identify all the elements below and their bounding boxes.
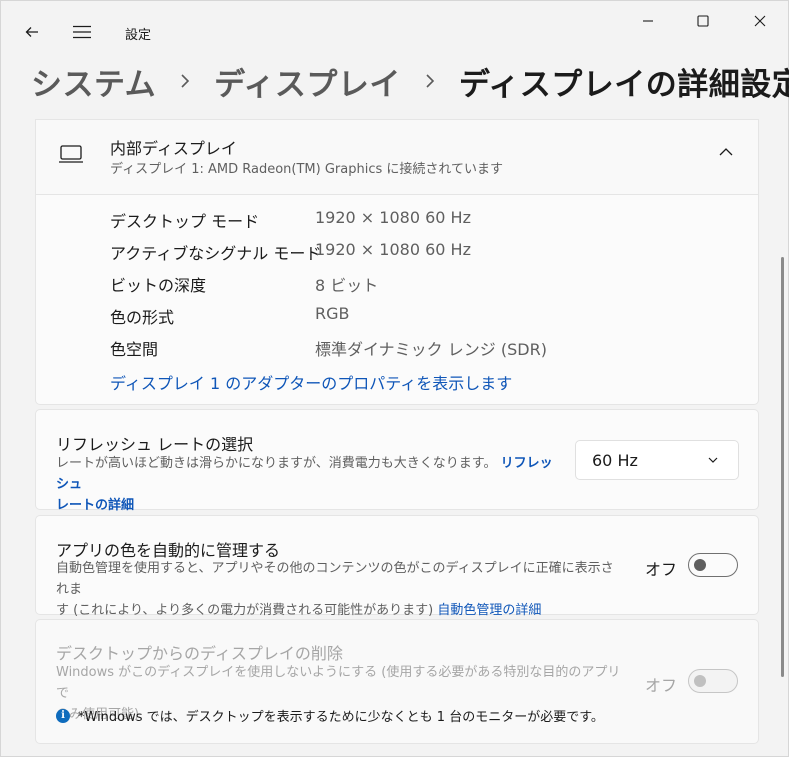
close-icon <box>754 15 766 27</box>
refresh-link-part2: レートの詳細 <box>56 498 135 513</box>
info-label: ビットの深度 <box>110 276 207 295</box>
auto-color-details-link[interactable]: 自動色管理の詳細 <box>437 603 541 618</box>
info-value: 標準ダイナミック レンジ (SDR) <box>315 340 547 359</box>
minimize-button[interactable] <box>625 5 671 37</box>
title-bar: 設定 <box>1 1 789 47</box>
refresh-rate-dropdown[interactable]: 60 Hz <box>575 440 739 480</box>
back-button[interactable] <box>17 17 47 47</box>
remove-display-card: デスクトップからのディスプレイの削除 Windows がこのディスプレイを使用し… <box>35 619 759 744</box>
toggle-knob <box>694 559 706 571</box>
auto-color-desc-line1: 自動色管理を使用すると、アプリやその他のコンテンツの色がこのディスプレイに正確に… <box>56 561 614 597</box>
scrollbar[interactable] <box>781 257 784 677</box>
info-value: 1920 × 1080 60 Hz <box>315 208 471 227</box>
refresh-rate-value: 60 Hz <box>592 451 638 470</box>
info-icon: i <box>56 708 70 723</box>
auto-color-toggle[interactable] <box>688 553 738 577</box>
info-value: 1920 × 1080 60 Hz <box>315 240 471 259</box>
back-arrow-icon <box>25 27 38 37</box>
display-subtitle: ディスプレイ 1: AMD Radeon(TM) Graphics に接続されて… <box>110 162 503 177</box>
breadcrumb: システム ディスプレイ ディスプレイの詳細設定 <box>31 59 789 103</box>
chevron-right-icon <box>425 73 435 89</box>
auto-color-desc-line2: す (これにより、より多くの電力が消費される可能性があります) <box>56 603 434 618</box>
info-label: デスクトップ モード <box>110 212 260 231</box>
adapter-properties-link[interactable]: ディスプレイ 1 のアダプターのプロパティを表示します <box>110 370 512 394</box>
chevron-up-icon[interactable] <box>718 144 734 160</box>
refresh-rate-desc: レートが高いほど動きは滑らかになりますが、消費電力も大きくなります。 リフレッシ… <box>56 453 556 516</box>
toggle-knob <box>694 675 706 687</box>
chevron-right-icon <box>180 73 190 89</box>
display-header[interactable]: 内部ディスプレイ ディスプレイ 1: AMD Radeon(TM) Graphi… <box>36 120 758 195</box>
auto-color-desc: 自動色管理を使用すると、アプリやその他のコンテンツの色がこのディスプレイに正確に… <box>56 558 626 621</box>
breadcrumb-display[interactable]: ディスプレイ <box>214 59 401 104</box>
laptop-icon <box>59 145 83 163</box>
maximize-icon <box>697 15 709 27</box>
refresh-rate-title: リフレッシュ レートの選択 <box>56 435 254 454</box>
info-value: RGB <box>315 304 350 323</box>
app-title: 設定 <box>125 28 152 43</box>
minimize-icon <box>643 20 653 22</box>
refresh-rate-card: リフレッシュ レートの選択 レートが高いほど動きは滑らかになりますが、消費電力も… <box>35 409 759 513</box>
hamburger-icon <box>73 25 91 39</box>
maximize-button[interactable] <box>680 5 726 37</box>
chevron-down-icon <box>708 457 718 463</box>
refresh-desc-text: レートが高いほど動きは滑らかになりますが、消費電力も大きくなります。 <box>56 456 497 471</box>
display-info-card: 内部ディスプレイ ディスプレイ 1: AMD Radeon(TM) Graphi… <box>35 119 759 405</box>
settings-window: 設定 システム ディスプレイ ディスプレイの詳細設定 内部ディスプレイ ディスプ… <box>0 0 789 757</box>
info-label: アクティブなシグナル モード <box>110 244 322 263</box>
info-label: 色の形式 <box>110 308 175 327</box>
info-label: 色空間 <box>110 340 159 359</box>
remove-desc-line1: Windows がこのディスプレイを使用しないようにする (使用する必要がある特… <box>56 665 621 701</box>
breadcrumb-system[interactable]: システム <box>31 59 156 104</box>
page-title: ディスプレイの詳細設定 <box>458 66 789 103</box>
auto-color-card: アプリの色を自動的に管理する 自動色管理を使用すると、アプリやその他のコンテンツ… <box>35 515 759 618</box>
monitor-note-text: *Windows では、デスクトップを表示するために少なくとも 1 台のモニター… <box>78 710 604 725</box>
display-name: 内部ディスプレイ <box>110 139 237 158</box>
auto-color-toggle-label: オフ <box>645 560 678 579</box>
menu-button[interactable] <box>67 17 97 47</box>
remove-display-title: デスクトップからのディスプレイの削除 <box>56 644 343 663</box>
monitor-note: i *Windows では、デスクトップを表示するために少なくとも 1 台のモニ… <box>56 706 604 725</box>
info-value: 8 ビット <box>315 276 379 295</box>
remove-display-toggle[interactable] <box>688 669 738 693</box>
remove-display-toggle-label: オフ <box>645 676 678 695</box>
close-button[interactable] <box>737 5 783 37</box>
